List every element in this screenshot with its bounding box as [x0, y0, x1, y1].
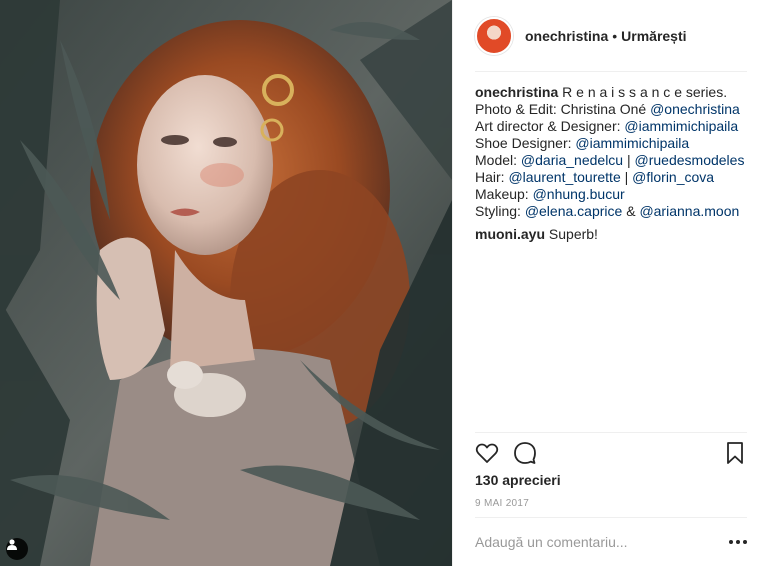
credit-label: Hair: [475, 169, 509, 185]
mention-link[interactable]: @iammimichipaila [575, 135, 689, 151]
mention-link[interactable]: @laurent_tourette [508, 169, 620, 185]
mention-link[interactable]: @ruedesmodeles [635, 152, 745, 168]
caption-author[interactable]: onechristina [475, 84, 558, 100]
heart-icon[interactable] [475, 441, 499, 465]
comment-bubble-icon[interactable] [513, 441, 537, 465]
avatar[interactable] [475, 16, 513, 55]
credit-label: Art director & Designer: [475, 118, 625, 134]
credit-label: Makeup: [475, 186, 533, 202]
mention-link[interactable]: @nhung.bucur [533, 186, 625, 202]
caption-credit-line: Shoe Designer: @iammimichipaila [475, 135, 747, 152]
add-comment-bar: Adaugă un comentariu... [475, 517, 747, 566]
header-username[interactable]: onechristina [525, 28, 608, 44]
mention-link[interactable]: @onechristina [650, 101, 740, 117]
caption-credit-line: Model: @daria_nedelcu | @ruedesmodeles [475, 152, 747, 169]
caption-credit-line: Photo & Edit: Christina Oné @onechristin… [475, 101, 747, 118]
credit-joiner: & [622, 203, 640, 219]
caption-credit-line: Styling: @elena.caprice & @arianna.moon [475, 203, 747, 220]
post-actions [475, 432, 747, 472]
bookmark-icon[interactable] [723, 441, 747, 465]
post-sidebar: onechristina • Urmărești onechristina R … [452, 0, 768, 566]
mention-link[interactable]: @elena.caprice [525, 203, 623, 219]
follow-status-button[interactable]: Urmărești [621, 28, 686, 44]
instagram-post: onechristina • Urmărești onechristina R … [0, 0, 768, 566]
user-tag-icon[interactable] [6, 538, 28, 560]
post-photo[interactable] [0, 0, 452, 566]
caption-text: R e n a i s s a n c e series. [562, 84, 728, 100]
photo-illustration [0, 0, 452, 566]
post-date: 9 MAI 2017 [475, 498, 530, 509]
post-header: onechristina • Urmărești [475, 0, 747, 72]
add-comment-input[interactable]: Adaugă un comentariu... [475, 534, 628, 550]
mention-link[interactable]: @daria_nedelcu [521, 152, 623, 168]
caption-credit-line: Hair: @laurent_tourette | @florin_cova [475, 169, 747, 186]
caption-credit-line: Makeup: @nhung.bucur [475, 186, 747, 203]
mention-link[interactable]: @florin_cova [632, 169, 714, 185]
credit-label: Shoe Designer: [475, 135, 576, 151]
comment-item: muoni.ayu Superb! [475, 226, 747, 243]
credit-label: Model: [475, 152, 521, 168]
credit-label: Styling: [475, 203, 525, 219]
credit-label: Photo & Edit: Christina Oné [475, 101, 651, 117]
mention-link[interactable]: @iammimichipaila [624, 118, 738, 134]
credit-joiner: | [623, 152, 635, 168]
comments-section: onechristina R e n a i s s a n c e serie… [475, 72, 747, 243]
header-separator: • [612, 27, 618, 44]
likes-count[interactable]: 130 aprecieri [475, 472, 561, 488]
more-options-icon[interactable] [729, 540, 747, 544]
comment-text: Superb! [548, 226, 598, 242]
caption-first-line: onechristina R e n a i s s a n c e serie… [475, 84, 747, 101]
caption-credit-line: Art director & Designer: @iammimichipail… [475, 118, 747, 135]
comment-author[interactable]: muoni.ayu [475, 226, 545, 242]
mention-link[interactable]: @arianna.moon [639, 203, 739, 219]
credit-joiner: | [620, 169, 633, 185]
